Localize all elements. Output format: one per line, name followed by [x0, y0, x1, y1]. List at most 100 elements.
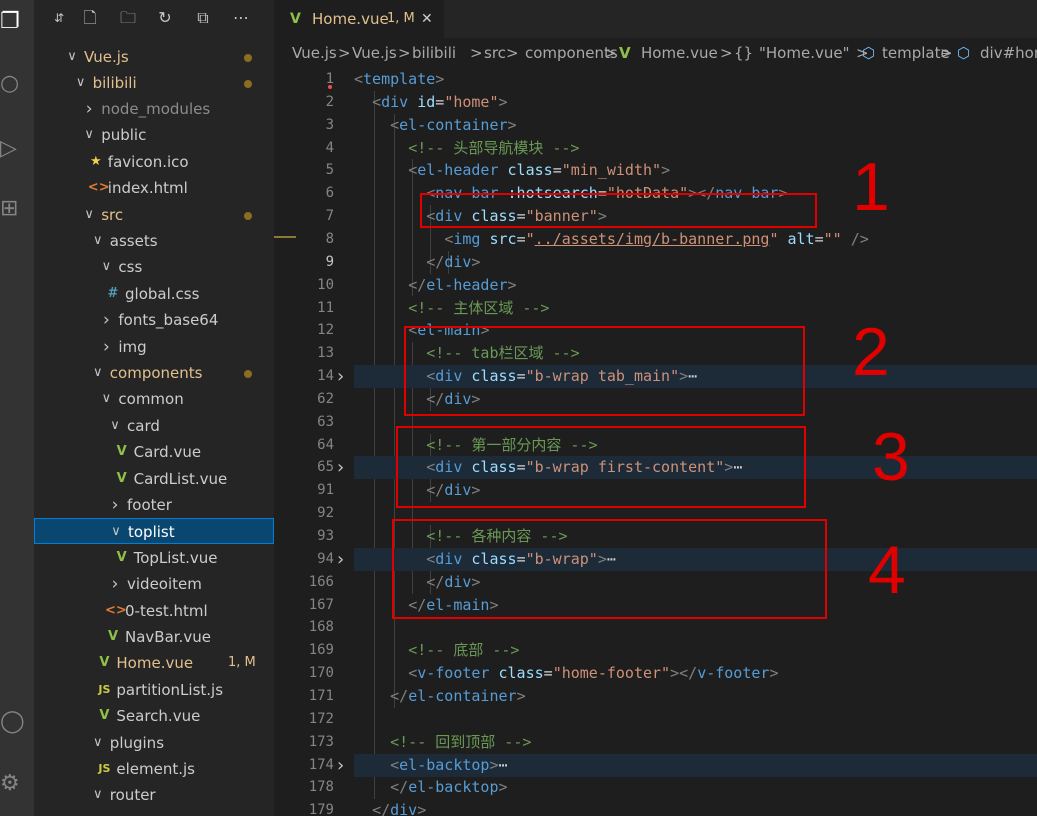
chevron-down-icon[interactable]: ∨ — [100, 386, 112, 412]
tree-folder-assets[interactable]: ∨ assets — [34, 228, 274, 254]
tree-file-navbar-vue[interactable]: V NavBar.vue — [34, 624, 274, 650]
code-line[interactable]: <div id="home"> — [354, 91, 1037, 114]
code-line[interactable]: </el-container> — [354, 685, 1037, 708]
close-icon[interactable]: ✕ — [421, 0, 433, 38]
code-token: > — [516, 686, 526, 705]
code-line[interactable]: <!-- 头部导航模块 --> — [354, 137, 1037, 160]
tree-file-card-vue[interactable]: V Card.vue — [34, 439, 274, 465]
account-icon[interactable]: ◯ — [0, 708, 25, 736]
tab-home-vue[interactable]: V Home.vue 1, M ✕ — [274, 0, 444, 38]
tree-file-index-html[interactable]: <> index.html — [34, 175, 274, 201]
breadcrumb-item[interactable]: Home.vue — [641, 38, 718, 68]
code-line[interactable]: <v-footer class="home-footer"></v-footer… — [354, 662, 1037, 685]
tree-folder-css[interactable]: ∨ css — [34, 254, 274, 280]
chevron-right-icon[interactable]: › — [100, 334, 112, 360]
chevron-right-icon[interactable]: › — [109, 571, 121, 597]
chevron-down-icon[interactable]: ∨ — [110, 519, 122, 545]
code-token: > — [489, 755, 499, 774]
code-line[interactable]: </el-backtop> — [354, 776, 1037, 799]
chevron-down-icon[interactable]: ∨ — [92, 360, 104, 386]
chevron-down-icon[interactable]: ∨ — [83, 202, 95, 228]
fold-chevron-icon[interactable]: › — [337, 548, 349, 571]
tree-folder-src[interactable]: ∨ src — [34, 202, 274, 228]
code-token: = — [435, 92, 445, 111]
breadcrumb-item[interactable]: Vue.js — [292, 38, 337, 68]
tree-folder-toplist[interactable]: ∨ toplist — [34, 518, 274, 544]
breadcrumb-item[interactable]: "Home.vue" — [759, 38, 849, 68]
code-line[interactable] — [354, 616, 1037, 639]
tree-folder-footer[interactable]: › footer — [34, 492, 274, 518]
tree-file-search-vue[interactable]: V Search.vue — [34, 703, 274, 729]
chevron-down-icon[interactable]: ∨ — [100, 254, 112, 280]
tree-file-home-vue[interactable]: V Home.vue 1, M — [34, 650, 274, 676]
settings-gear-icon[interactable]: ⚙ — [0, 770, 24, 798]
chevron-down-icon[interactable]: ∨ — [83, 122, 95, 148]
chevron-right-icon[interactable]: › — [83, 96, 95, 122]
breadcrumb-item[interactable]: bilibili — [412, 38, 456, 68]
code-line[interactable]: </div> — [354, 251, 1037, 274]
tree-folder-bilibili[interactable]: ∨ bilibili — [34, 70, 274, 96]
tree-folder-img[interactable]: › img — [34, 334, 274, 360]
fold-chevron-icon[interactable]: › — [337, 365, 349, 388]
breadcrumb-item[interactable]: Vue.js — [352, 38, 397, 68]
line-number: 169 — [308, 642, 334, 659]
chevron-right-icon[interactable]: › — [100, 307, 112, 333]
chevron-down-icon[interactable]: ∨ — [66, 44, 78, 70]
fold-chevron-icon[interactable]: › — [337, 754, 349, 777]
more-actions-icon[interactable]: ⋯ — [230, 7, 252, 29]
code-area[interactable]: 1 <template> 2 <div id="home"> 3 <el-contai… — [274, 68, 1037, 816]
code-line[interactable]: <el-container> — [354, 114, 1037, 137]
code-line[interactable]: <img src="../assets/img/b-banner.png" al… — [354, 228, 1037, 251]
fold-chevron-icon[interactable]: › — [337, 456, 349, 479]
code-line[interactable]: <template> — [354, 68, 1037, 91]
code-line[interactable]: <!-- 主体区域 --> — [354, 297, 1037, 320]
new-folder-icon[interactable]: 🗀 — [117, 7, 139, 29]
chevron-down-icon[interactable]: ∨ — [109, 413, 121, 439]
chevron-down-icon[interactable]: ∨ — [92, 730, 104, 756]
tree-folder-public[interactable]: ∨ public — [34, 122, 274, 148]
code-line[interactable]: </div> — [354, 799, 1037, 816]
code-line[interactable] — [354, 708, 1037, 731]
search-icon[interactable]: ○ — [0, 70, 24, 98]
vue-file-icon[interactable]: V — [619, 38, 631, 68]
files-icon[interactable]: ❐ — [0, 8, 24, 36]
chevron-down-icon[interactable]: ∨ — [92, 782, 104, 808]
collapse-all-icon[interactable]: ⧉ — [192, 7, 214, 29]
tree-folder-videoitem[interactable]: › videoitem — [34, 571, 274, 597]
code-line[interactable]: <!-- 底部 --> — [354, 639, 1037, 662]
tree-folder-plugins[interactable]: ∨ plugins — [34, 730, 274, 756]
code-line[interactable]: <el-header class="min_width"> — [354, 159, 1037, 182]
tree-file-favicon-ico[interactable]: ★ favicon.ico — [34, 149, 274, 175]
run-debug-icon[interactable]: ▷ — [0, 135, 24, 163]
tree-file-element-js[interactable]: JS element.js — [34, 756, 274, 782]
braces-icon[interactable]: {} — [734, 38, 753, 68]
tree-folder-fonts-base64[interactable]: › fonts_base64 — [34, 307, 274, 333]
tree-file-toplist-vue[interactable]: V TopList.vue — [34, 545, 274, 571]
tree-file-cardlist-vue[interactable]: V CardList.vue — [34, 466, 274, 492]
code-line[interactable]: <!-- 回到顶部 --> — [354, 731, 1037, 754]
chevron-right-icon[interactable]: › — [109, 492, 121, 518]
tree-item-label: router — [109, 786, 156, 804]
refresh-icon[interactable]: ↻ — [154, 7, 176, 29]
code-line[interactable]: </el-header> — [354, 274, 1037, 297]
tree-folder-card[interactable]: ∨ card — [34, 413, 274, 439]
tree-file-global-css[interactable]: # global.css — [34, 281, 274, 307]
tree-folder-router[interactable]: ∨ router — [34, 782, 274, 808]
new-file-icon[interactable]: 🗋 — [79, 7, 101, 29]
breadcrumb-item[interactable]: div#home — [980, 38, 1037, 68]
chevron-down-icon[interactable]: ∨ — [75, 70, 87, 96]
collapse-folders-icon[interactable]: ⇵ — [48, 7, 70, 29]
tree-folder-vue-js[interactable]: ∨ Vue.js — [34, 44, 274, 70]
tree-file-0-test-html[interactable]: <> 0-test.html — [34, 598, 274, 624]
cube-icon[interactable]: ⬡ — [957, 38, 970, 68]
breadcrumb-item[interactable]: src — [484, 38, 506, 68]
extensions-icon[interactable]: ⊞ — [0, 195, 24, 223]
tree-folder-common[interactable]: ∨ common — [34, 386, 274, 412]
tree-file-partitionlist-js[interactable]: JS partitionList.js — [34, 677, 274, 703]
cube-icon[interactable]: ⬡ — [862, 38, 875, 68]
code-line[interactable]: <el-backtop>⋯ — [354, 753, 1037, 777]
tree-folder-node-modules[interactable]: › node_modules — [34, 96, 274, 122]
chevron-down-icon[interactable]: ∨ — [92, 228, 104, 254]
tree-folder-components[interactable]: ∨ components — [34, 360, 274, 386]
